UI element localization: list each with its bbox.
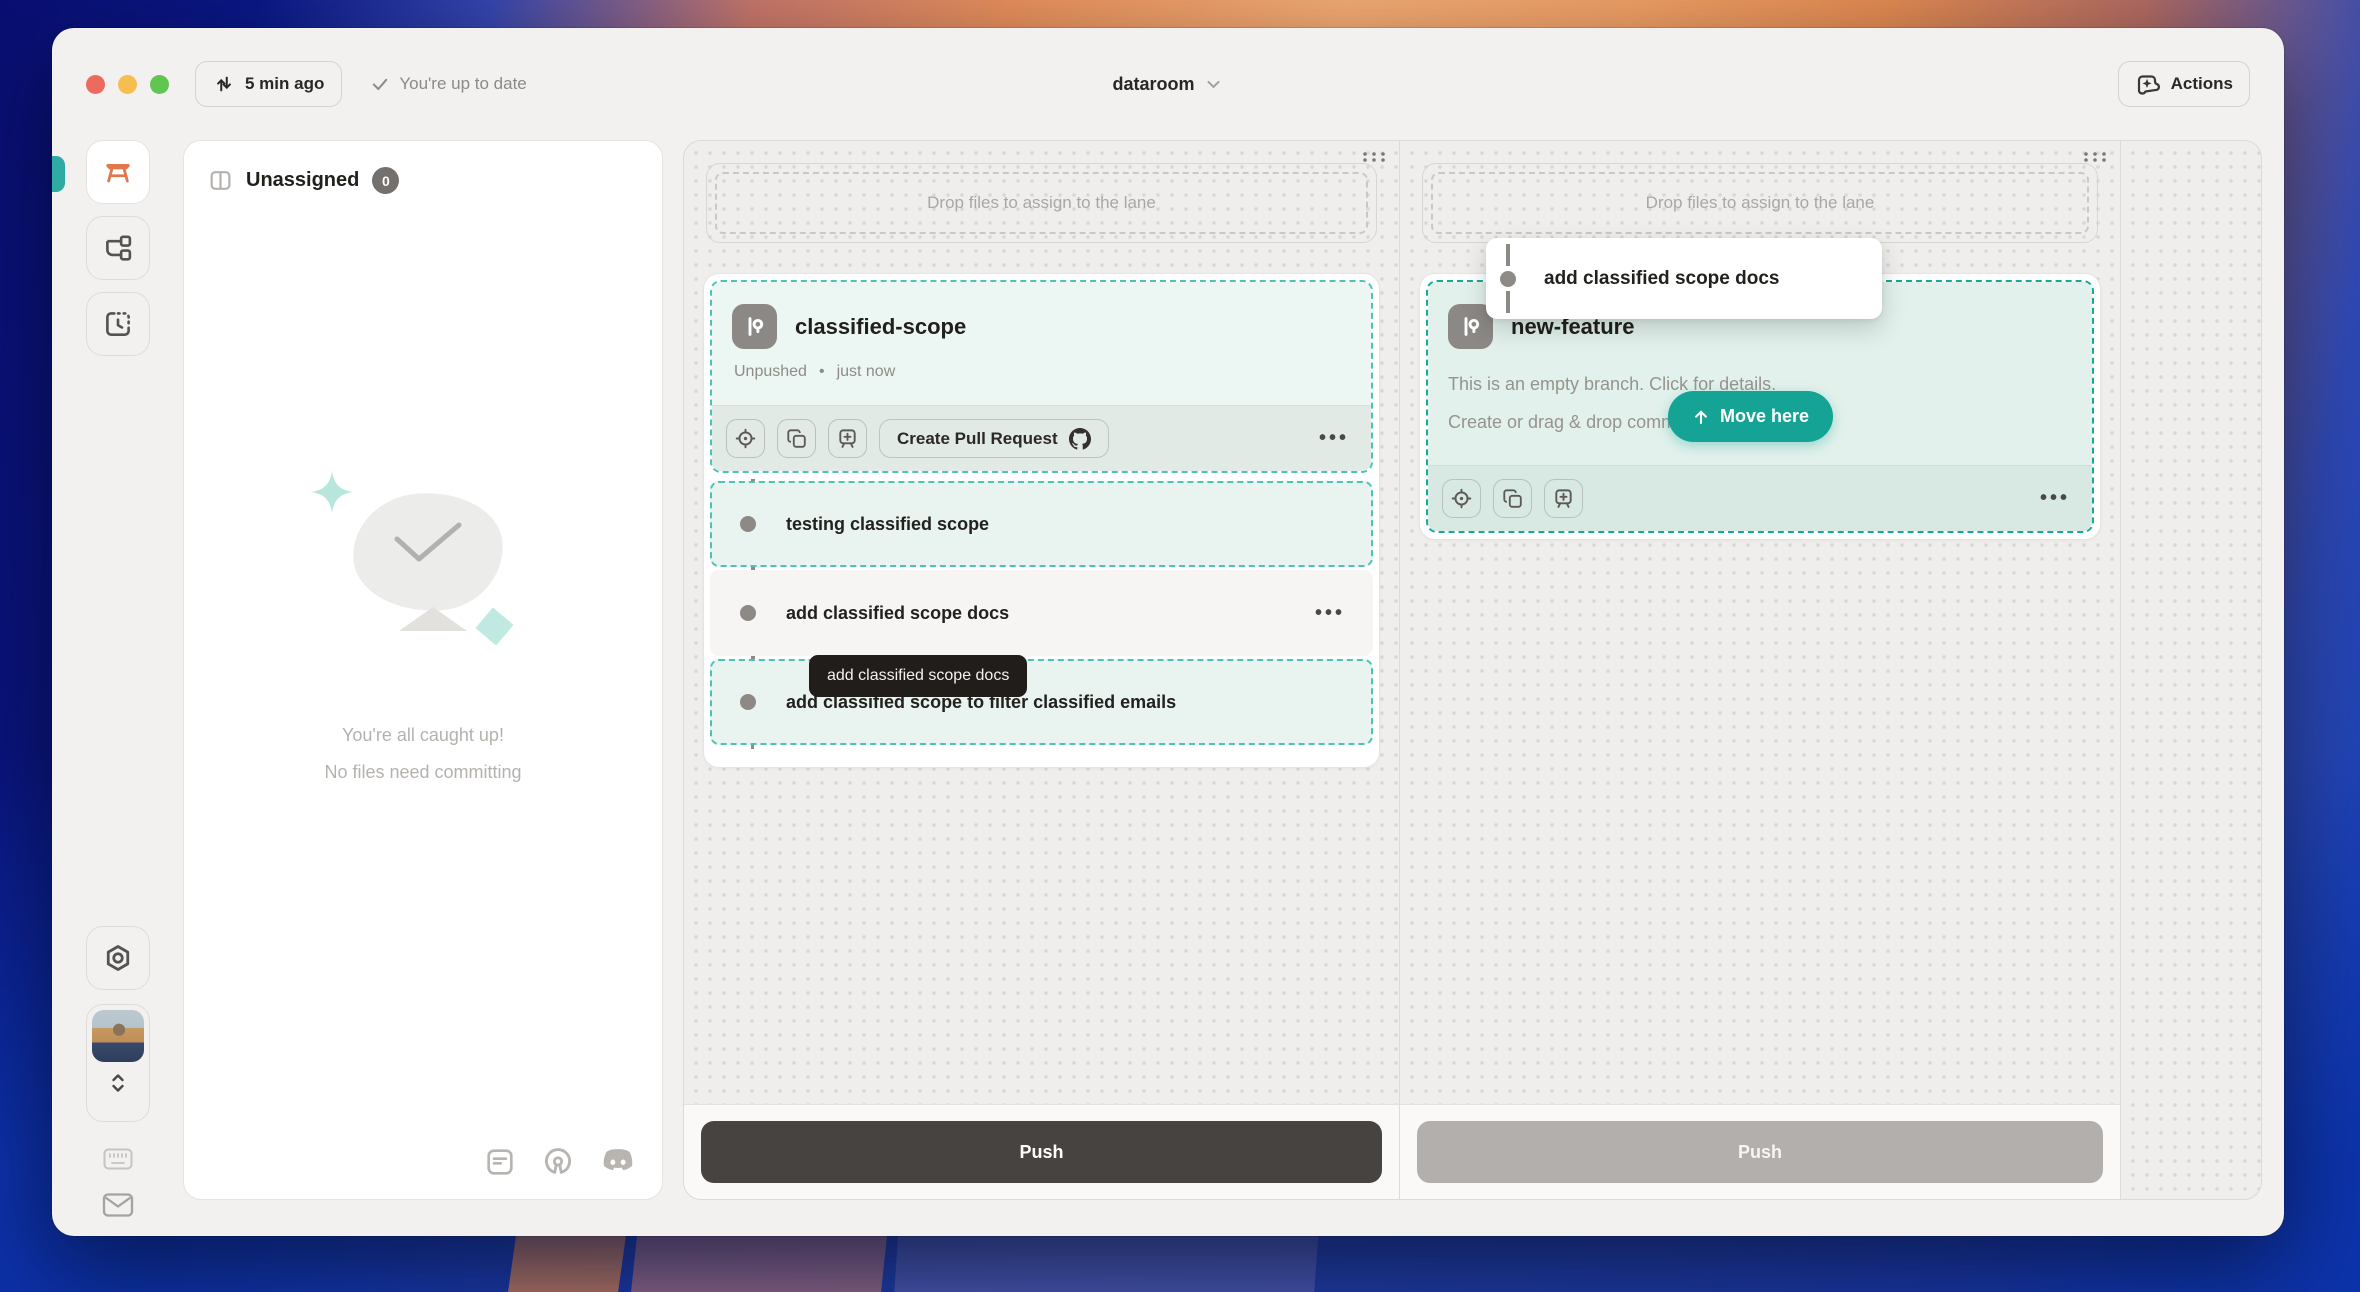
more-options-icon[interactable]: ••• (2032, 487, 2078, 510)
lane-new-feature: Drop files to assign to the lane add cla… (1399, 141, 2120, 1199)
new-lane-area[interactable] (2120, 141, 2261, 1199)
user-avatar (92, 1010, 144, 1062)
workspace-board: Drop files to assign to the lane (683, 140, 2262, 1200)
drop-hint: Drop files to assign to the lane (1431, 172, 2089, 234)
sparkle-box-icon (2135, 72, 2161, 96)
desktop: { "colors": { "accent_teal": "#14a395", … (0, 0, 2360, 1292)
unassigned-count-badge: 0 (372, 167, 399, 194)
branch-badge-icon (732, 304, 777, 349)
butler-table-icon (101, 157, 135, 187)
ghost-rail (1506, 291, 1510, 313)
sync-status: You're up to date (370, 74, 526, 94)
copy-branch-button[interactable] (777, 419, 816, 458)
chevron-updown-icon (106, 1070, 130, 1096)
ghost-rail (1506, 244, 1510, 266)
left-rail (52, 140, 183, 1236)
dragged-commit-ghost[interactable]: add classified scope docs (1486, 238, 1882, 319)
move-here-button[interactable]: Move here (1668, 391, 1833, 442)
commit-row[interactable]: testing classified scope (710, 481, 1373, 567)
branch-state: Unpushed (734, 363, 807, 381)
lane-footer: Push (1400, 1104, 2120, 1199)
branch-time: just now (837, 363, 896, 381)
check-mark (391, 519, 465, 567)
status-label: You're up to date (399, 74, 526, 94)
titlebar: 5 min ago You're up to date dataroom Act… (52, 28, 2284, 140)
pick-commit-button[interactable] (1442, 479, 1481, 518)
ghost-commit-message: add classified scope docs (1544, 268, 1779, 290)
lane-footer: Push (684, 1104, 1399, 1199)
file-drop-zone[interactable]: Drop files to assign to the lane (706, 163, 1377, 243)
create-pull-request-button[interactable]: Create Pull Request (879, 419, 1109, 458)
empty-state: You're all caught up! No files need comm… (184, 471, 662, 783)
empty-title: You're all caught up! (342, 725, 504, 746)
changelog-icon[interactable] (484, 1146, 516, 1178)
lane-classified-scope: Drop files to assign to the lane (684, 141, 1399, 1199)
panel-footer (484, 1145, 636, 1179)
sparkle-icon (311, 471, 353, 513)
split-view-icon (208, 168, 233, 193)
minimize-window-button[interactable] (118, 75, 137, 94)
dot-separator: • (819, 363, 825, 381)
sync-icon (213, 73, 235, 95)
empty-subtitle: No files need committing (324, 762, 521, 783)
rail-footer (86, 926, 150, 1218)
file-drop-zone[interactable]: Drop files to assign to the lane (1422, 163, 2098, 243)
pick-commit-button[interactable] (726, 419, 765, 458)
stand-shape (399, 607, 467, 631)
zoom-window-button[interactable] (150, 75, 169, 94)
diamond-shape (475, 607, 513, 645)
commit-row-dragging[interactable]: add classified scope docs ••• (710, 570, 1373, 656)
move-here-label: Move here (1720, 406, 1809, 427)
settings-button[interactable] (86, 926, 150, 990)
github-icon (1069, 428, 1091, 450)
actions-button[interactable]: Actions (2118, 61, 2250, 107)
profile-switcher[interactable] (86, 1004, 150, 1122)
sync-time-label: 5 min ago (245, 74, 324, 94)
arrow-up-icon (1692, 408, 1710, 426)
lane-drag-handle-icon[interactable] (1361, 151, 1387, 163)
branches-icon (103, 233, 133, 263)
branch-header[interactable]: classified-scope Unpushed • just now (712, 282, 1371, 405)
gear-icon (103, 943, 133, 973)
sidebar-item-history[interactable] (86, 292, 150, 356)
check-icon (370, 74, 390, 94)
branch-toolbar: Create Pull Request ••• (712, 405, 1371, 471)
add-dependent-branch-button[interactable] (1544, 479, 1583, 518)
push-button[interactable]: Push (701, 1121, 1382, 1183)
unassigned-panel: Unassigned 0 You're all caught up! No fi… (183, 140, 663, 1200)
project-selector[interactable]: dataroom (1112, 74, 1223, 95)
keyboard-shortcuts-icon[interactable] (103, 1148, 133, 1170)
empty-state-illustration (303, 471, 543, 681)
commit-message: add classified scope docs (786, 603, 1009, 624)
chevron-down-icon (1204, 74, 1224, 94)
branch-card-classified-scope: classified-scope Unpushed • just now (703, 273, 1380, 768)
share-feedback-icon[interactable] (102, 1192, 134, 1218)
commit-message: testing classified scope (786, 514, 989, 535)
branch-toolbar: ••• (1428, 465, 2092, 531)
more-options-icon[interactable]: ••• (1307, 602, 1353, 625)
branch-name: classified-scope (795, 314, 966, 340)
more-options-icon[interactable]: ••• (1311, 427, 1357, 450)
actions-label: Actions (2171, 74, 2233, 94)
sidebar-item-branches[interactable] (86, 216, 150, 280)
push-button-disabled[interactable]: Push (1417, 1121, 2103, 1183)
drop-hint: Drop files to assign to the lane (715, 172, 1368, 234)
close-window-button[interactable] (86, 75, 105, 94)
pr-button-label: Create Pull Request (897, 429, 1058, 449)
discord-icon[interactable] (600, 1147, 636, 1177)
traffic-lights (86, 75, 169, 94)
unassigned-header: Unassigned 0 (184, 141, 662, 220)
sidebar-item-workspace[interactable] (86, 140, 150, 204)
lane-drag-handle-icon[interactable] (2082, 151, 2108, 163)
open-source-icon[interactable] (541, 1145, 575, 1179)
sync-button[interactable]: 5 min ago (195, 61, 342, 107)
commit-list: testing classified scope add classified … (710, 473, 1373, 761)
history-clock-icon (103, 309, 133, 339)
unassigned-title: Unassigned (246, 169, 359, 192)
drag-label-tooltip: add classified scope docs (809, 655, 1027, 697)
add-dependent-branch-button[interactable] (828, 419, 867, 458)
project-name: dataroom (1112, 74, 1194, 95)
gitbutler-window: 5 min ago You're up to date dataroom Act… (52, 28, 2284, 1236)
copy-branch-button[interactable] (1493, 479, 1532, 518)
